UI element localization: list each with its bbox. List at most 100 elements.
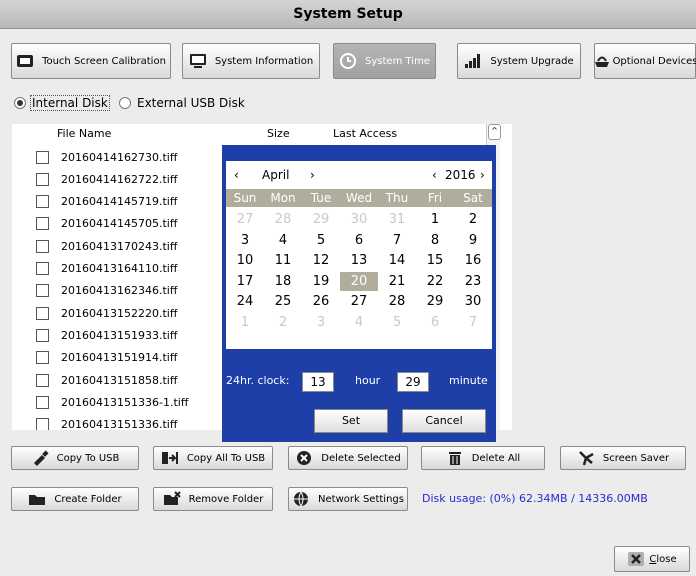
calendar-day[interactable]: 18 — [264, 272, 302, 291]
hour-input[interactable]: 13 — [302, 372, 334, 392]
calendar-day[interactable]: 5 — [378, 313, 416, 332]
date-picker-dialog: ‹ April › ‹ 2016 › Sun Mon Tue Wed Thu Fri Sat… — [222, 145, 496, 442]
remove-folder-button[interactable]: Remove Folder — [153, 487, 273, 511]
calendar-day[interactable]: 23 — [454, 272, 492, 291]
calendar-day[interactable]: 1 — [416, 210, 454, 229]
calendar-day[interactable]: 30 — [454, 292, 492, 311]
calendar-day[interactable]: 4 — [340, 313, 378, 332]
calendar-day[interactable]: 22 — [416, 272, 454, 291]
calendar-day[interactable]: 8 — [416, 231, 454, 250]
file-checkbox[interactable] — [36, 373, 49, 387]
calendar-day[interactable]: 12 — [302, 251, 340, 270]
file-checkbox[interactable] — [36, 150, 49, 164]
calendar-day[interactable]: 7 — [454, 313, 492, 332]
internal-disk-radio[interactable]: Internal Disk — [14, 95, 110, 111]
file-name: 20160413151336-1.tiff — [61, 395, 189, 409]
scroll-up-icon[interactable]: ^ — [488, 124, 501, 140]
file-checkbox[interactable] — [36, 418, 49, 430]
cancel-button[interactable]: Cancel — [402, 409, 486, 433]
month-label: April — [262, 168, 290, 182]
weekday-label: Mon — [270, 191, 296, 205]
copy-to-usb-button[interactable]: Copy To USB — [11, 446, 139, 470]
column-header-size[interactable]: Size — [267, 124, 290, 144]
calendar-day[interactable]: 20 — [340, 271, 378, 291]
next-month-button[interactable]: › — [310, 168, 315, 182]
external-usb-radio[interactable]: External USB Disk — [119, 96, 245, 110]
calendar-day[interactable]: 19 — [302, 272, 340, 291]
set-button[interactable]: Set — [314, 409, 388, 433]
calendar-day[interactable]: 16 — [454, 251, 492, 270]
delete-all-label: Delete All — [471, 452, 521, 464]
calendar-day[interactable]: 3 — [226, 231, 264, 250]
disk-usage-text: Disk usage: (0%) 62.34MB / 14336.00MB — [422, 492, 648, 505]
monitor-icon — [17, 55, 34, 67]
calendar-day[interactable]: 5 — [302, 231, 340, 250]
file-checkbox[interactable] — [36, 195, 49, 209]
delete-selected-button[interactable]: Delete Selected — [288, 446, 408, 470]
close-button[interactable]: Close — [614, 546, 690, 572]
touch-calibration-button[interactable]: Touch Screen Calibration — [11, 43, 171, 79]
calendar-day[interactable]: 2 — [454, 210, 492, 229]
calendar-day[interactable]: 29 — [416, 292, 454, 311]
file-checkbox[interactable] — [36, 306, 49, 320]
fan-icon — [579, 451, 594, 466]
optional-devices-button[interactable]: Optional Devices — [594, 43, 696, 79]
calendar-day[interactable]: 27 — [226, 210, 264, 229]
file-checkbox[interactable] — [36, 262, 49, 275]
column-header-name[interactable]: File Name — [57, 124, 111, 144]
calendar-day[interactable]: 15 — [416, 251, 454, 270]
hour-label: hour — [355, 374, 381, 387]
file-name: 20160413152220.tiff — [61, 306, 178, 320]
calendar-day[interactable]: 27 — [340, 292, 378, 311]
system-upgrade-button[interactable]: System Upgrade — [457, 43, 581, 79]
system-information-button[interactable]: System Information — [182, 43, 320, 79]
file-checkbox[interactable] — [36, 217, 49, 231]
column-header-access[interactable]: Last Access — [333, 124, 397, 144]
file-name: 20160413151933.tiff — [61, 328, 178, 342]
prev-month-button[interactable]: ‹ — [234, 168, 239, 182]
calendar-day[interactable]: 26 — [302, 292, 340, 311]
calendar-day[interactable]: 25 — [264, 292, 302, 311]
calendar-day[interactable]: 1 — [226, 313, 264, 332]
screen-saver-button[interactable]: Screen Saver — [560, 446, 686, 470]
calendar-day[interactable]: 4 — [264, 231, 302, 250]
calendar-day[interactable]: 31 — [378, 210, 416, 229]
system-time-button[interactable]: System Time — [333, 43, 436, 79]
create-folder-button[interactable]: Create Folder — [11, 487, 139, 511]
devices-icon — [594, 56, 609, 67]
minute-input[interactable]: 29 — [397, 372, 429, 392]
calendar-day[interactable]: 13 — [340, 251, 378, 270]
system-information-label: System Information — [214, 55, 314, 67]
calendar-day[interactable]: 6 — [416, 313, 454, 332]
calendar-day[interactable]: 7 — [378, 231, 416, 250]
calendar-day[interactable]: 17 — [226, 272, 264, 291]
file-checkbox[interactable] — [36, 239, 49, 253]
next-year-button[interactable]: › — [480, 168, 485, 182]
file-checkbox[interactable] — [36, 328, 49, 342]
calendar-day[interactable]: 21 — [378, 272, 416, 291]
file-checkbox[interactable] — [36, 172, 49, 186]
copy-all-to-usb-button[interactable]: Copy All To USB — [153, 446, 273, 470]
calendar-day[interactable]: 10 — [226, 251, 264, 270]
calendar-day[interactable]: 6 — [340, 231, 378, 250]
calendar-day[interactable]: 29 — [302, 210, 340, 229]
globe-icon — [294, 491, 309, 507]
calendar-day[interactable]: 11 — [264, 251, 302, 270]
calendar-day[interactable]: 28 — [378, 292, 416, 311]
calendar-day[interactable]: 24 — [226, 292, 264, 311]
file-checkbox[interactable] — [36, 351, 49, 365]
calendar-day[interactable]: 28 — [264, 210, 302, 229]
network-settings-button[interactable]: Network Settings — [288, 487, 408, 511]
calendar-day[interactable]: 9 — [454, 231, 492, 250]
calendar-day[interactable]: 3 — [302, 313, 340, 332]
file-checkbox[interactable] — [36, 284, 49, 298]
delete-all-button[interactable]: Delete All — [421, 446, 545, 470]
file-checkbox[interactable] — [36, 395, 49, 409]
file-name: 20160414145705.tiff — [61, 217, 178, 231]
calendar-day[interactable]: 30 — [340, 210, 378, 229]
prev-year-button[interactable]: ‹ — [432, 168, 437, 182]
calendar-day[interactable]: 2 — [264, 313, 302, 332]
calendar-day[interactable]: 14 — [378, 251, 416, 270]
weekday-label: Thu — [385, 191, 409, 205]
weekday-label: Sat — [463, 191, 483, 205]
